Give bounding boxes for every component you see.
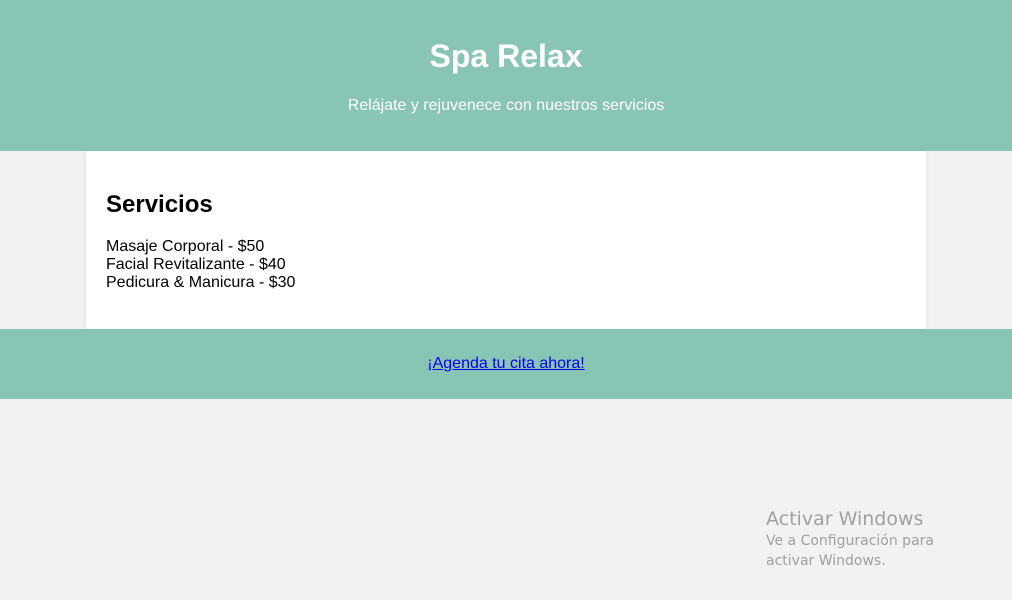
watermark-title: Activar Windows: [766, 508, 924, 530]
services-list: Masaje Corporal - $50 Facial Revitalizan…: [106, 238, 295, 292]
page-subtitle: Relájate y rejuvenece con nuestros servi…: [347, 97, 665, 114]
book-appointment-link[interactable]: ¡Agenda tu cita ahora!: [427, 355, 584, 372]
page-title: Spa Relax: [429, 38, 583, 74]
service-item: Pedicura & Manicura - $30: [106, 274, 296, 291]
services-card: Servicios Masaje Corporal - $50 Facial R…: [86, 151, 926, 329]
site-header: Spa Relax Relájate y rejuvenece con nues…: [0, 0, 1012, 151]
service-item: Masaje Corporal - $50: [106, 238, 265, 255]
services-heading: Servicios: [106, 191, 213, 218]
watermark-subtitle: Ve a Configuración para activar Windows.: [766, 533, 934, 569]
windows-activation-watermark: Activar Windows Ve a Configuración para …: [766, 507, 986, 571]
site-footer: ¡Agenda tu cita ahora!: [0, 329, 1012, 399]
service-item: Facial Revitalizante - $40: [106, 256, 286, 273]
